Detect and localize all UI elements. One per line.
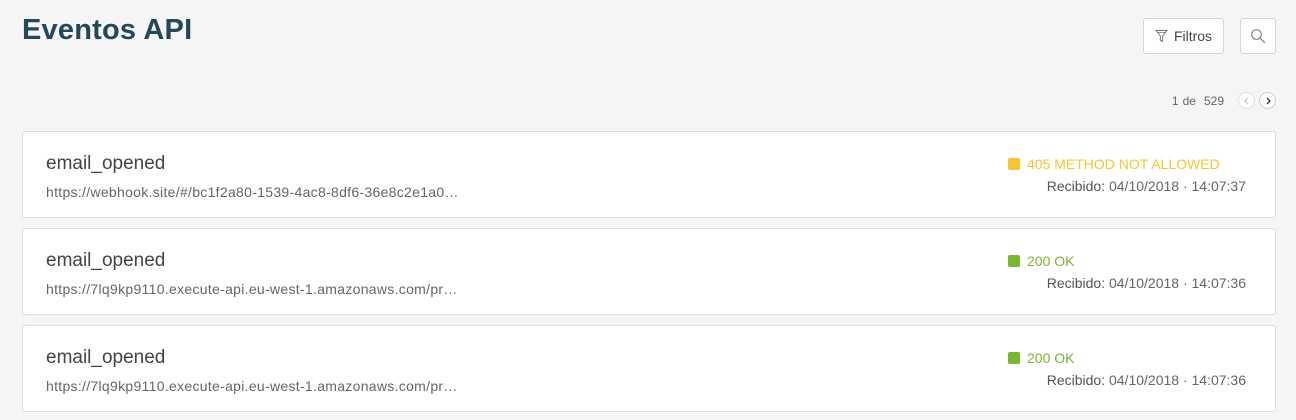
received-value: 04/10/2018 · 14:07:36 [1108, 275, 1246, 291]
chevron-right-icon [1266, 97, 1271, 104]
status-text: 200 OK [1027, 350, 1075, 366]
search-button[interactable] [1240, 18, 1276, 54]
event-status: 200 OK [1008, 350, 1074, 366]
received-value: 04/10/2018 · 14:07:36 [1108, 372, 1246, 388]
pagination-current: 1 [1171, 93, 1179, 108]
search-icon [1250, 28, 1266, 44]
event-url: https://7lq9kp9110.execute-api.eu-west-1… [46, 281, 458, 297]
received-label: Recibido: [1046, 372, 1106, 388]
event-card[interactable]: email_opened https://webhook.site/#/bc1f… [22, 131, 1276, 218]
filter-button[interactable]: Filtros [1143, 18, 1224, 54]
status-text: 405 METHOD NOT ALLOWED [1027, 156, 1220, 172]
event-name: email_opened [46, 250, 166, 271]
event-name: email_opened [46, 153, 166, 174]
status-text: 200 OK [1027, 253, 1075, 269]
previous-page-button[interactable] [1238, 92, 1255, 109]
received-label: Recibido: [1046, 275, 1106, 291]
received-value: 04/10/2018 · 14:07:37 [1108, 178, 1246, 194]
page-title: Eventos API [22, 14, 193, 46]
event-status: 405 METHOD NOT ALLOWED [1008, 156, 1220, 172]
event-status: 200 OK [1008, 253, 1074, 269]
status-indicator-icon [1008, 158, 1020, 170]
event-name: email_opened [46, 347, 166, 368]
status-indicator-icon [1008, 352, 1020, 364]
pagination: 1 de 529 [1172, 92, 1276, 109]
filter-icon [1155, 29, 1168, 43]
chevron-left-icon [1243, 97, 1248, 104]
event-url: https://webhook.site/#/bc1f2a80-1539-4ac… [46, 184, 459, 200]
event-list: email_opened https://webhook.site/#/bc1f… [22, 131, 1276, 420]
received-timestamp: Recibido: 04/10/2018 · 14:07:36 [1047, 372, 1246, 388]
received-timestamp: Recibido: 04/10/2018 · 14:07:37 [1047, 178, 1246, 194]
pagination-total: 529 [1203, 93, 1224, 108]
status-indicator-icon [1008, 255, 1020, 267]
event-card[interactable]: email_opened https://7lq9kp9110.execute-… [22, 325, 1276, 412]
event-url: https://7lq9kp9110.execute-api.eu-west-1… [46, 378, 458, 394]
received-label: Recibido: [1046, 178, 1106, 194]
events-page: Eventos API Filtros 1 de 529 email_opene… [0, 0, 1296, 420]
event-card[interactable]: email_opened https://7lq9kp9110.execute-… [22, 228, 1276, 315]
pagination-separator: de [1182, 93, 1196, 108]
next-page-button[interactable] [1259, 92, 1276, 109]
received-timestamp: Recibido: 04/10/2018 · 14:07:36 [1047, 275, 1246, 291]
filter-button-label: Filtros [1173, 28, 1213, 44]
